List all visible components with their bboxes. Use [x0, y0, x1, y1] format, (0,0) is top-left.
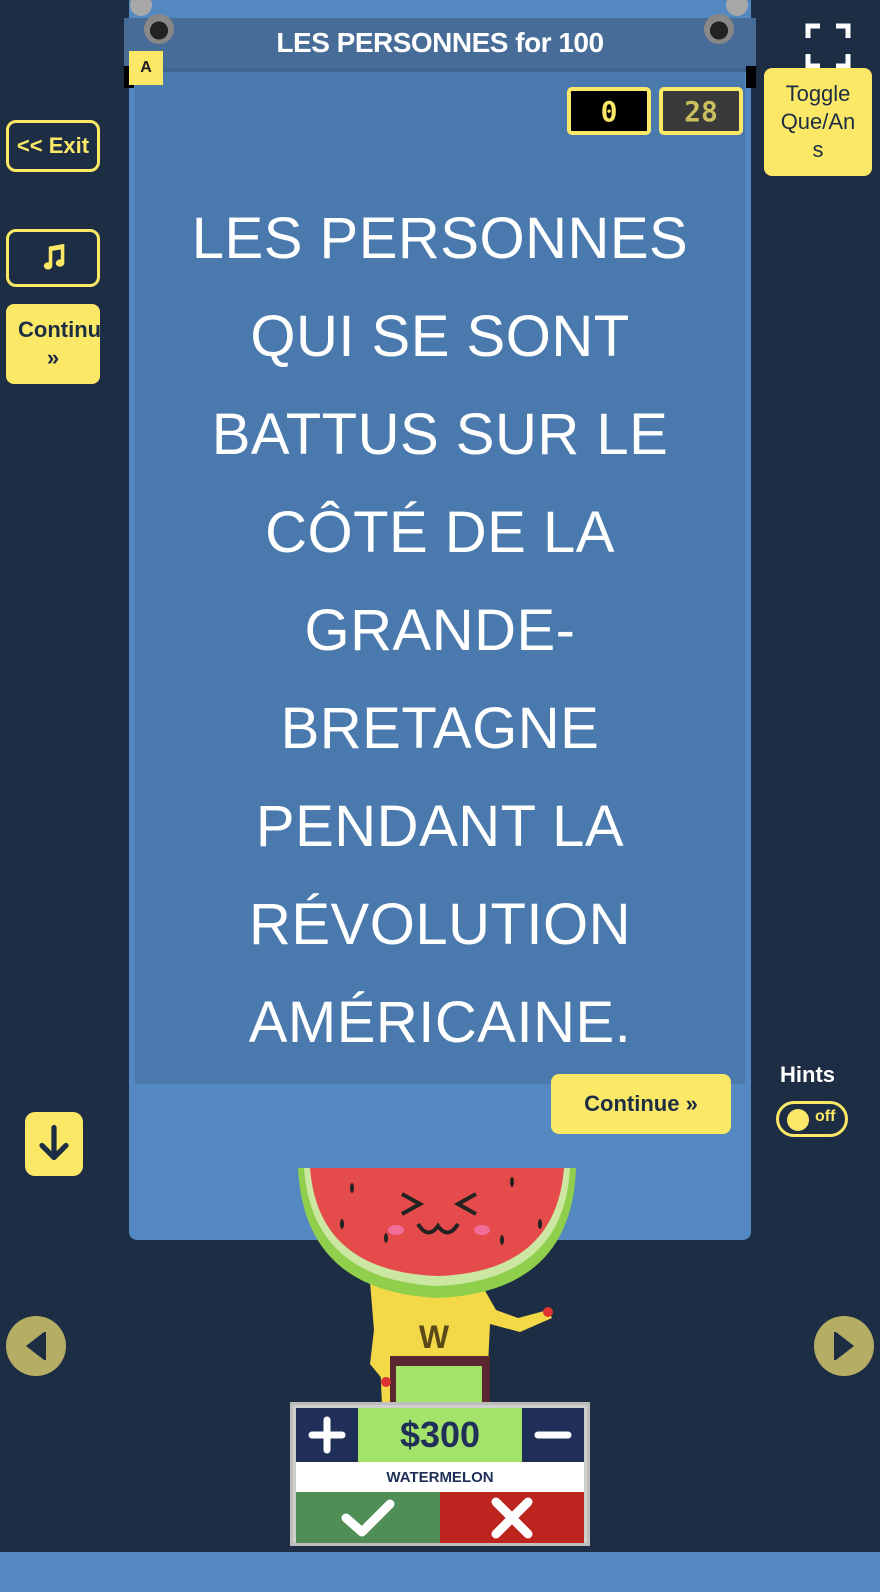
question-title: LES PERSONNES for 100	[124, 18, 756, 72]
mark-correct-button[interactable]	[296, 1492, 440, 1543]
player-score-widget: $300 WATERMELON	[290, 1402, 590, 1546]
music-note-icon	[43, 243, 65, 270]
continue-side-label: Continue »	[18, 317, 114, 370]
fullscreen-button[interactable]	[804, 22, 852, 70]
triangle-right-icon	[834, 1332, 854, 1360]
card-edge	[129, 1238, 751, 1240]
next-button[interactable]	[814, 1316, 874, 1376]
checkmark-icon	[341, 1499, 395, 1537]
scroll-down-button[interactable]	[25, 1112, 83, 1176]
triangle-left-icon	[26, 1332, 46, 1360]
exit-button[interactable]: << Exit	[6, 120, 100, 172]
music-button[interactable]	[6, 229, 100, 287]
player-amount: $300	[358, 1408, 522, 1462]
bottom-bar	[0, 1552, 880, 1592]
toggle-question-answer-button[interactable]: Toggle Que/Ans	[764, 68, 872, 176]
hints-label: Hints	[780, 1062, 835, 1087]
corner-shadow	[746, 66, 756, 88]
question-text: LES PERSONNES QUI SE SONT BATTUS SUR LE …	[191, 206, 689, 1055]
toggle-knob	[787, 1109, 809, 1131]
mark-wrong-button[interactable]	[440, 1492, 584, 1543]
fullscreen-icon	[805, 23, 851, 69]
watermelon-character: W	[298, 1168, 576, 1406]
minus-icon	[534, 1431, 572, 1439]
previous-button[interactable]	[6, 1316, 66, 1376]
score-counter: 0	[567, 87, 651, 135]
plus-icon	[308, 1416, 346, 1454]
shirt-letter: W	[419, 1319, 450, 1355]
hints-state: off	[815, 1108, 836, 1125]
hints-toggle[interactable]: off	[776, 1101, 848, 1137]
timer-counter: 28	[659, 87, 743, 135]
player-name: WATERMELON	[296, 1462, 584, 1492]
cross-icon	[491, 1497, 533, 1539]
continue-button[interactable]: Continue »	[551, 1074, 731, 1134]
arrow-down-icon	[39, 1124, 69, 1161]
toggle-label: Toggle Que/Ans	[780, 81, 856, 162]
pin-icon	[704, 14, 734, 44]
decrease-score-button[interactable]	[522, 1408, 584, 1462]
increase-score-button[interactable]	[296, 1408, 358, 1462]
pin-icon	[144, 14, 174, 44]
continue-side-button[interactable]: Continue »	[6, 304, 114, 384]
team-tag: A	[129, 51, 163, 85]
